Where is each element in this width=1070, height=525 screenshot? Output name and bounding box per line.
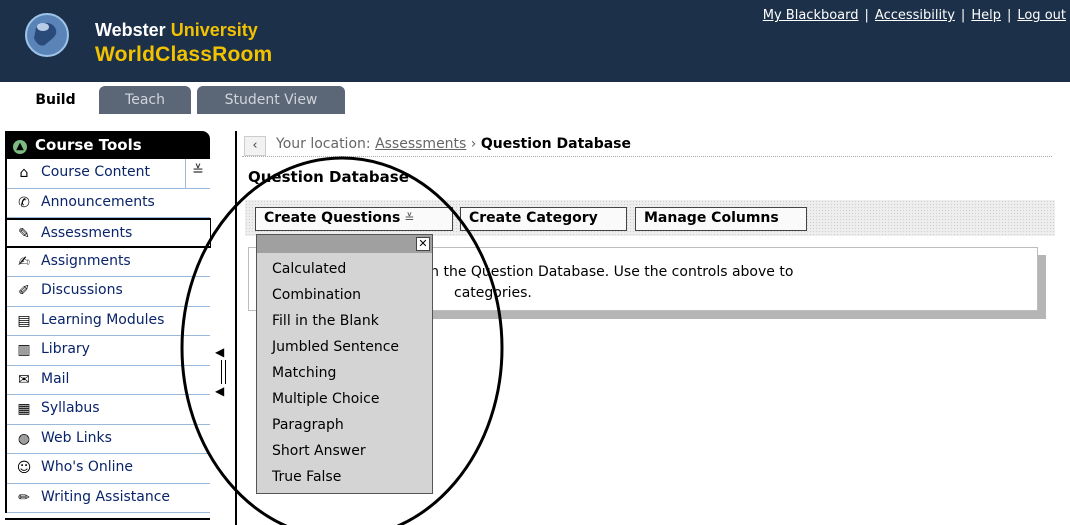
- sidebar-item-label: Assessments: [41, 225, 133, 241]
- breadcrumb-current: Question Database: [480, 136, 632, 152]
- breadcrumb: ‹ Your location: Assessments › Question …: [242, 133, 1052, 157]
- sidebar-item-label: Mail: [41, 370, 70, 387]
- tab-teach[interactable]: Teach: [99, 86, 191, 114]
- top-links: My Blackboard | Accessibility | Help | Log out: [762, 8, 1066, 23]
- question-type-fill-in-the-blank[interactable]: Fill in the Blank: [272, 313, 379, 329]
- sidebar-item-assignments[interactable]: ✍ Assignments: [7, 248, 210, 277]
- person-icon: ☺: [16, 460, 32, 476]
- course-tools-title: Course Tools: [35, 136, 142, 154]
- my-blackboard-link[interactable]: My Blackboard: [763, 8, 859, 23]
- breadcrumb-separator: ›: [470, 136, 477, 152]
- question-type-jumbled-sentence[interactable]: Jumbled Sentence: [272, 339, 399, 355]
- chevron-down-icon: ≚: [404, 211, 415, 225]
- sidebar-item-mail[interactable]: ✉ Mail: [7, 366, 210, 395]
- panel-splitter[interactable]: [211, 131, 235, 525]
- question-type-true-false[interactable]: True False: [272, 469, 341, 485]
- course-tools-header[interactable]: ▲ Course Tools: [5, 131, 210, 159]
- sidebar-item-label: Web Links: [41, 429, 112, 446]
- collapse-up-icon[interactable]: ▲: [13, 140, 27, 154]
- create-category-button[interactable]: Create Category: [460, 207, 627, 231]
- back-arrow-button[interactable]: ‹: [244, 136, 266, 156]
- breadcrumb-prefix: Your location:: [276, 136, 371, 152]
- syllabus-icon: ▦: [17, 401, 31, 417]
- pencil-icon: ✏: [18, 489, 30, 506]
- library-icon: ▥: [17, 342, 31, 358]
- accessibility-link[interactable]: Accessibility: [875, 8, 955, 23]
- globe-logo-icon: [25, 13, 69, 57]
- close-icon[interactable]: ✕: [416, 237, 430, 251]
- sidebar-item-label: Assignments: [41, 252, 131, 269]
- content-frame-border: [235, 131, 237, 525]
- sidebar-item-label: Announcements: [41, 193, 155, 210]
- sidebar-item-label: Course Content: [41, 164, 151, 180]
- sidebar-item-label: Library: [41, 341, 90, 357]
- splitter-left-arrow-icon[interactable]: ◀: [215, 345, 224, 359]
- sidebar-item-syllabus[interactable]: ▦ Syllabus: [7, 395, 210, 425]
- mail-icon: ✉: [18, 371, 30, 388]
- question-type-short-answer[interactable]: Short Answer: [272, 443, 366, 459]
- assessment-icon: ✎: [18, 226, 30, 242]
- pushpin-icon: ✐: [18, 283, 30, 299]
- create-questions-dropdown: ✕ Calculated Combination Fill in the Blank…: [256, 234, 433, 494]
- sidebar-item-library[interactable]: ▥ Library: [7, 336, 210, 366]
- log-out-link[interactable]: Log out: [1017, 8, 1066, 23]
- megaphone-icon: ✆: [18, 194, 30, 211]
- dropdown-title-bar: ✕: [257, 235, 432, 253]
- sidebar-item-label: Who's Online: [41, 459, 134, 475]
- splitter-grip-handle[interactable]: [221, 360, 226, 384]
- action-toolbar: Create Questions ≚ Create Category Manage…: [245, 200, 1055, 236]
- sidebar-item-writing-assistance[interactable]: ✏ Writing Assistance: [7, 484, 210, 513]
- sidebar-item-assessments[interactable]: ✎ Assessments: [7, 218, 212, 248]
- right-frame-edge: [1058, 131, 1070, 525]
- collapse-chevron-icon[interactable]: ≚: [185, 159, 210, 188]
- breadcrumb-assessments-link[interactable]: Assessments: [375, 136, 466, 152]
- course-tools-menu: ⌂ Course Content ≚ ✆ Announcements ✎ Assessmen…: [5, 159, 212, 513]
- question-type-matching[interactable]: Matching: [272, 365, 336, 381]
- sidebar-item-learning-modules[interactable]: ▤ Learning Modules: [7, 307, 210, 336]
- splitter-left-arrow-icon[interactable]: ◀: [215, 384, 224, 398]
- sidebar-item-label: Syllabus: [41, 400, 100, 416]
- sidebar-item-label: Discussions: [41, 282, 123, 298]
- brand-name: Webster University: [95, 20, 258, 40]
- sidebar-item-discussions[interactable]: ✐ Discussions: [7, 277, 210, 307]
- sidebar-bottom-border: [5, 518, 210, 520]
- header-banner: Webster University WorldClassRoom My Bla…: [0, 0, 1070, 106]
- question-type-calculated[interactable]: Calculated: [272, 261, 346, 277]
- globe-icon: ◍: [17, 430, 31, 447]
- sidebar-item-label: Writing Assistance: [41, 488, 171, 505]
- sidebar-item-who-s-online[interactable]: ☺ Who's Online: [7, 454, 210, 484]
- question-type-multiple-choice[interactable]: Multiple Choice: [272, 391, 379, 407]
- brand-product: WorldClassRoom: [95, 43, 273, 66]
- module-icon: ▤: [17, 312, 31, 329]
- house-icon: ⌂: [19, 165, 29, 181]
- course-title: Training - Sample Course 02: [759, 84, 1060, 106]
- sidebar-item-announcements[interactable]: ✆ Announcements: [7, 189, 210, 218]
- breadcrumb-text: Your location: Assessments › Question Da…: [276, 136, 631, 152]
- assignment-icon: ✍: [18, 253, 30, 270]
- question-type-combination[interactable]: Combination: [272, 287, 361, 303]
- create-questions-button[interactable]: Create Questions ≚: [255, 207, 453, 231]
- sidebar-item-web-links[interactable]: ◍ Web Links: [7, 425, 210, 454]
- tab-build[interactable]: Build: [17, 86, 94, 114]
- sidebar-item-course-content[interactable]: ⌂ Course Content ≚: [7, 159, 210, 189]
- manage-columns-button[interactable]: Manage Columns: [635, 207, 807, 231]
- tab-student-view[interactable]: Student View: [197, 86, 345, 114]
- help-link[interactable]: Help: [971, 8, 1001, 23]
- sidebar-item-label: Learning Modules: [41, 311, 165, 328]
- question-type-paragraph[interactable]: Paragraph: [272, 417, 344, 433]
- page-title: Question Database: [248, 168, 409, 186]
